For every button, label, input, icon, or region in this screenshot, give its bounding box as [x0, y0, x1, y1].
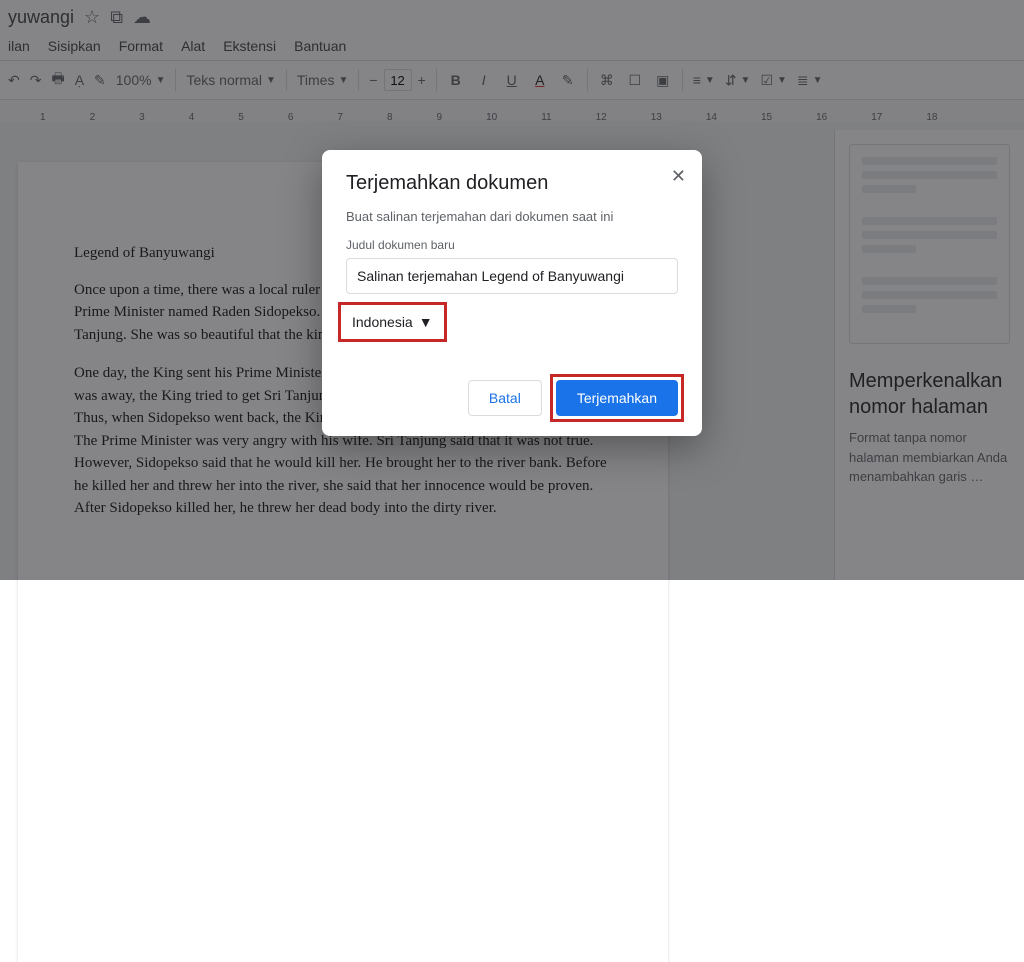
- language-dropdown[interactable]: Indonesia ▼: [346, 310, 439, 334]
- field-label: Judul dokumen baru: [346, 238, 678, 252]
- new-title-input[interactable]: [346, 258, 678, 294]
- language-label: Indonesia: [352, 314, 413, 330]
- chevron-down-icon: ▼: [419, 314, 433, 330]
- dialog-actions: Batal Terjemahkan: [346, 380, 678, 416]
- cancel-button[interactable]: Batal: [468, 380, 542, 416]
- dialog-title: Terjemahkan dokumen: [346, 172, 678, 195]
- modal-scrim[interactable]: ✕ Terjemahkan dokumen Buat salinan terje…: [0, 0, 1024, 580]
- translate-button[interactable]: Terjemahkan: [556, 380, 678, 416]
- close-icon[interactable]: ✕: [671, 166, 686, 187]
- dialog-subtitle: Buat salinan terjemahan dari dokumen saa…: [346, 209, 678, 224]
- translate-dialog: ✕ Terjemahkan dokumen Buat salinan terje…: [322, 150, 702, 436]
